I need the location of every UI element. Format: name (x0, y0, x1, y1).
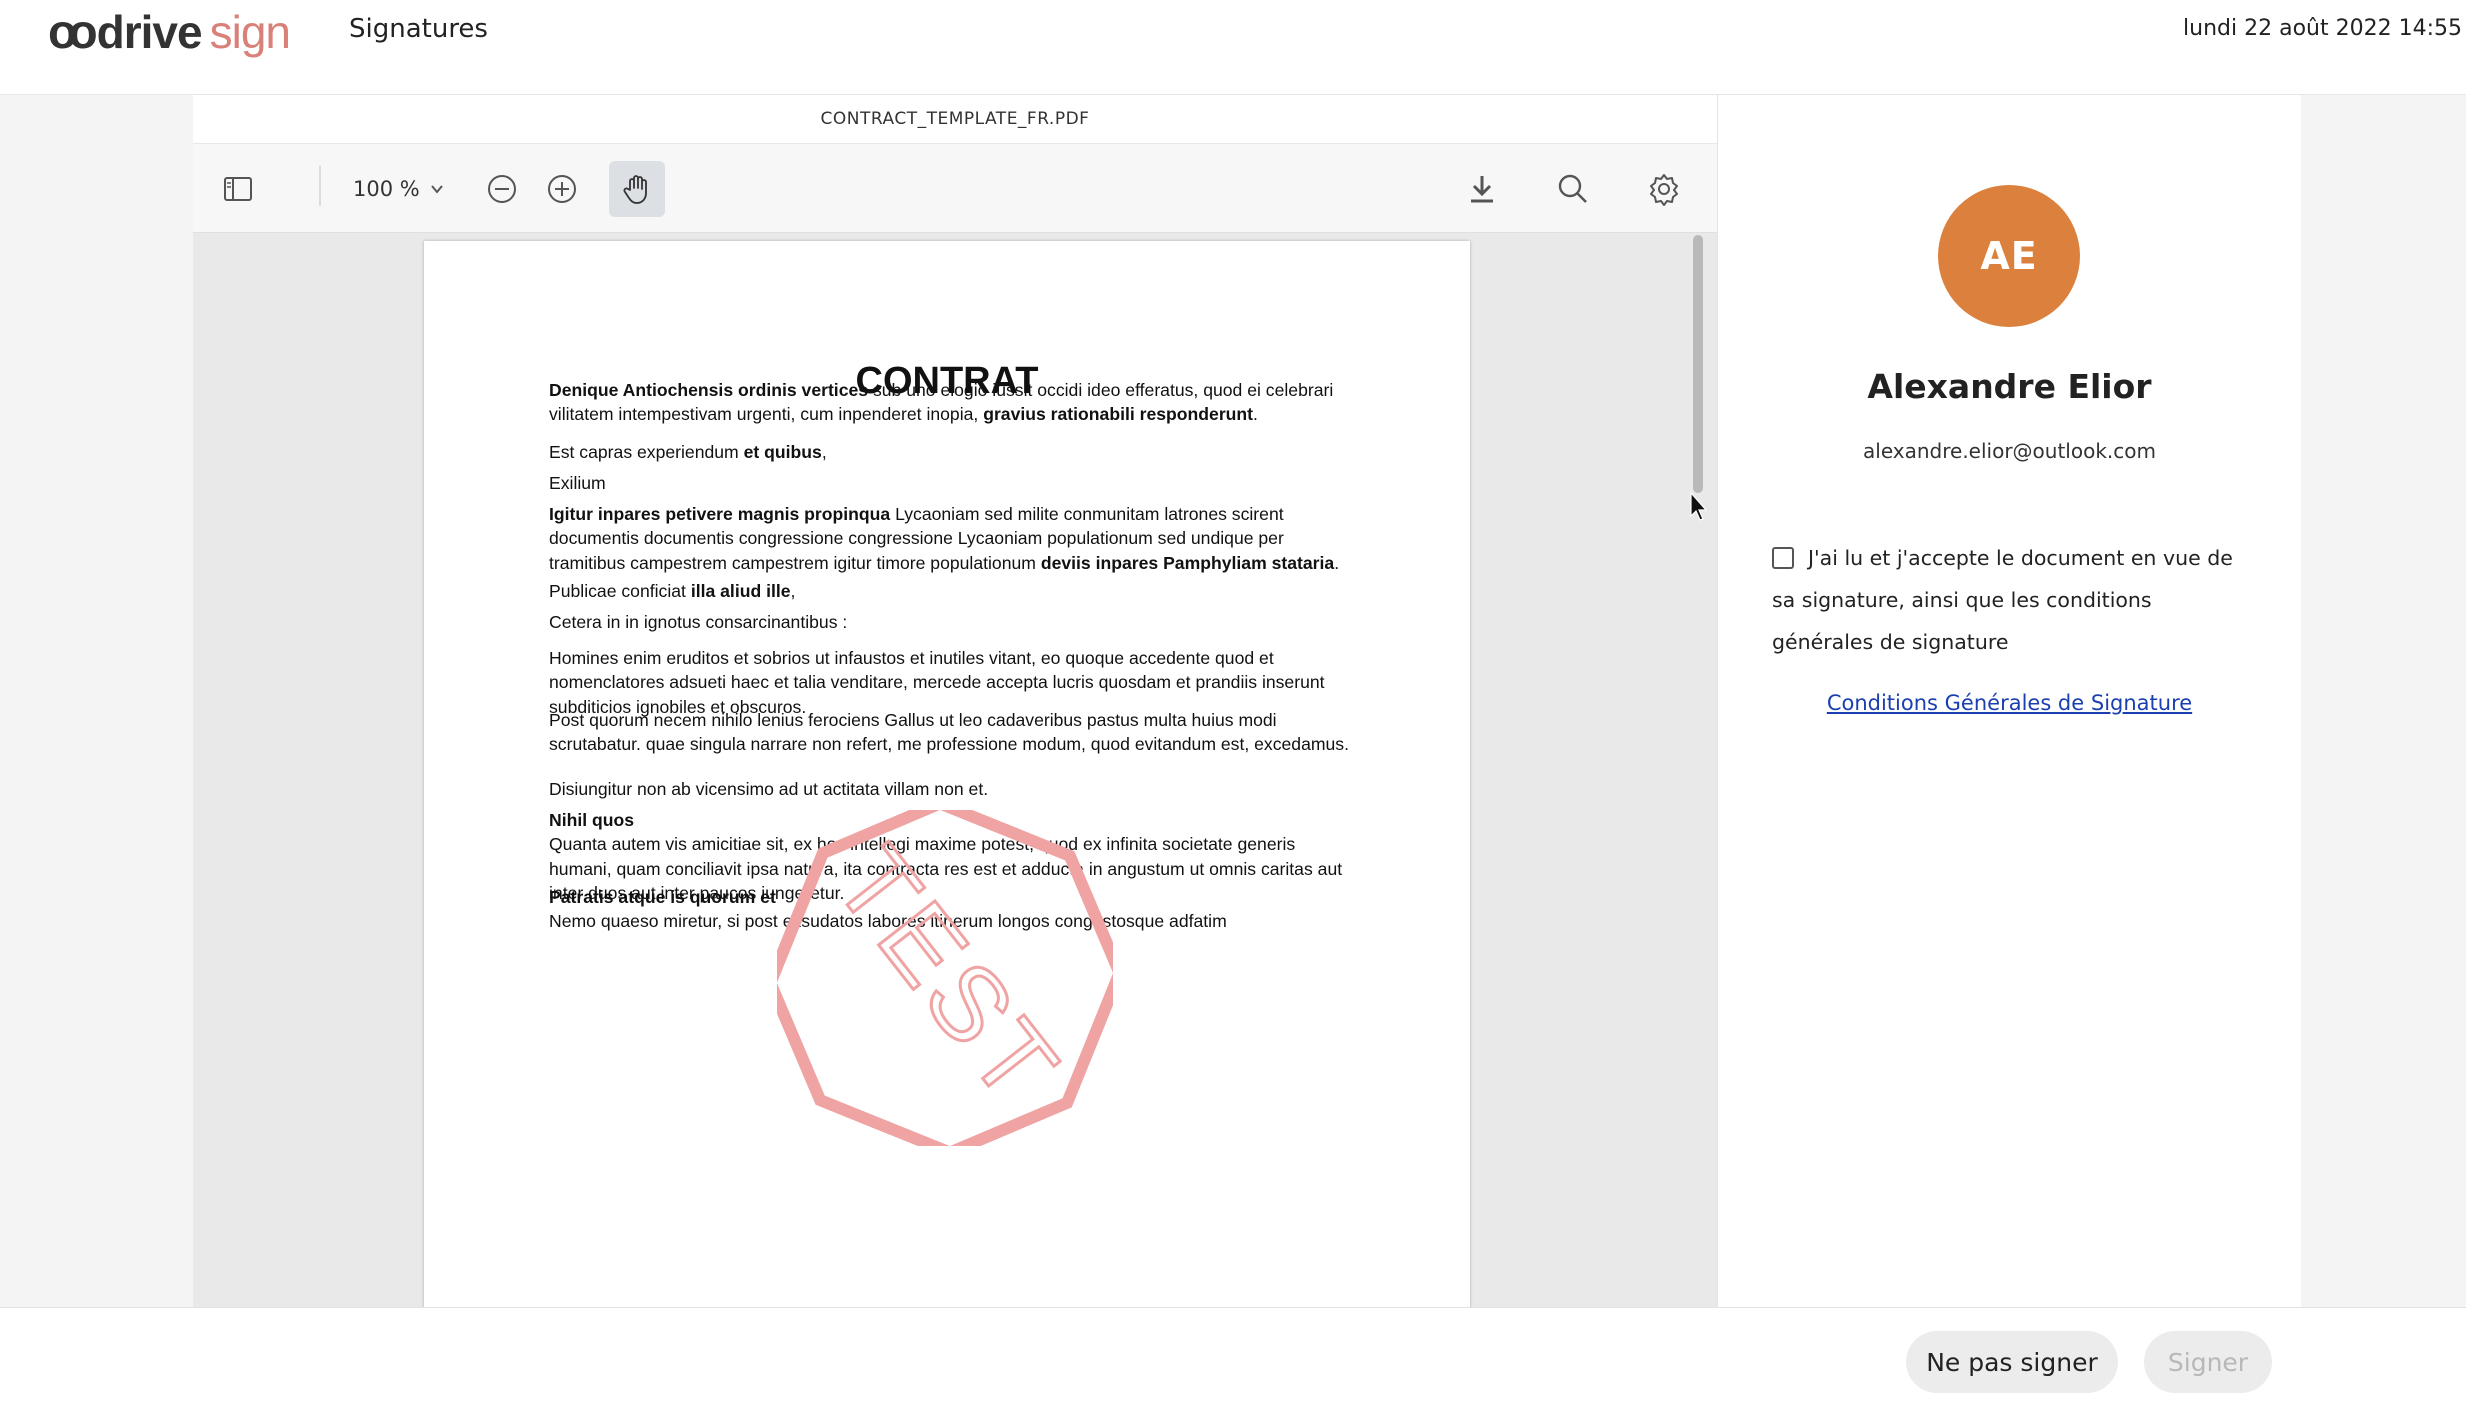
sidebar-toggle-icon (224, 177, 252, 201)
logo-oo: oo (48, 5, 98, 59)
settings-button[interactable] (1639, 164, 1689, 214)
pdf-toolbar: 100 % (193, 144, 1717, 233)
document-paragraph: Post quorum necem nihilo lenius ferocien… (549, 708, 1349, 757)
top-bar: oo drive sign Signatures lundi 22 août 2… (0, 0, 2466, 95)
zoom-level: 100 % (353, 177, 420, 201)
document-text-run: Disiungitur non ab vicensimo ad ut actit… (549, 779, 989, 799)
document-text-run: Patratis atque is quorum et (549, 887, 776, 907)
zoom-select[interactable]: 100 % (353, 164, 446, 214)
document-paragraph: Cetera in in ignotus consarcinantibus : (549, 610, 1349, 634)
document-paragraph: Publicae conficiat illa aliud ille, (549, 579, 1349, 603)
document-paragraph: Est capras experiendum et quibus, (549, 440, 1349, 464)
signer-avatar: AE (1938, 185, 2080, 327)
document-paragraph: Denique Antiochensis ordinis vertices su… (549, 378, 1349, 427)
document-paragraph: Disiungitur non ab vicensimo ad ut actit… (549, 777, 1349, 801)
current-datetime: lundi 22 août 2022 14:55 (2183, 16, 2462, 41)
pdf-viewer: CONTRACT_TEMPLATE_FR.PDF 100 % CONTRAT D… (193, 95, 1718, 1307)
document-text-run: Post quorum necem nihilo lenius ferocien… (549, 710, 1349, 755)
sign-button[interactable]: Signer (2144, 1331, 2272, 1393)
zoom-in-icon (548, 175, 576, 203)
gear-icon (1650, 174, 1678, 206)
zoom-out-button[interactable] (477, 164, 527, 214)
consent-section: J'ai lu et j'accepte le document en vue … (1772, 537, 2252, 663)
download-button[interactable] (1457, 164, 1507, 214)
document-text-run: Est capras experiendum (549, 442, 744, 462)
chevron-down-icon (430, 185, 443, 194)
document-text-run: , (790, 581, 796, 601)
toolbar-separator (319, 166, 321, 206)
document-text-run: deviis inpares Pamphyliam stataria (1040, 552, 1335, 573)
document-text-run: gravius rationabili responderunt (983, 404, 1254, 425)
cgs-link[interactable]: Conditions Générales de Signature (1718, 691, 2301, 715)
signer-name: Alexandre Elior (1867, 367, 2152, 406)
scrollbar-thumb[interactable] (1693, 235, 1703, 493)
download-icon (1471, 176, 1493, 203)
hand-tool-icon (623, 175, 647, 204)
logo-drive: drive (96, 6, 203, 58)
document-text-run: Nihil quos (549, 810, 635, 830)
document-text-run: illa aliud ille (690, 581, 791, 601)
document-text-run: . (1334, 552, 1340, 573)
refuse-sign-button[interactable]: Ne pas signer (1906, 1331, 2118, 1393)
document-text-run: Homines enim eruditos et sobrios ut infa… (549, 648, 1325, 717)
app-title: Signatures (349, 14, 488, 44)
sidebar-toggle-button[interactable] (213, 164, 263, 214)
action-footer: Ne pas signer Signer (0, 1307, 2466, 1409)
search-icon (1558, 174, 1587, 203)
document-text-run: Exilium (549, 473, 606, 493)
document-paragraph: Exilium (549, 471, 1349, 495)
document-paragraph: Igitur inpares petivere magnis propinqua… (549, 502, 1349, 575)
document-text-run: Publicae conficiat (549, 581, 691, 601)
mouse-cursor-icon (1690, 492, 1708, 521)
test-stamp-watermark: TEST (777, 810, 1113, 1146)
signer-email: alexandre.elior@outlook.com (1863, 439, 2156, 463)
search-button[interactable] (1548, 164, 1598, 214)
pdf-page: CONTRAT Denique Antiochensis ordinis ver… (424, 241, 1470, 1307)
document-text-run: , (821, 442, 827, 462)
document-text-run: et quibus (743, 442, 822, 462)
pdf-page-area[interactable]: CONTRAT Denique Antiochensis ordinis ver… (193, 233, 1717, 1307)
logo-sign: sign (209, 6, 291, 58)
document-text-run: Denique Antiochensis ordinis vertices (549, 380, 869, 400)
stamp-text: TEST (812, 826, 1082, 1126)
consent-label: J'ai lu et j'accepte le document en vue … (1772, 546, 2233, 654)
document-text-run: Cetera in in ignotus consarcinantibus : (549, 612, 848, 632)
document-filename: CONTRACT_TEMPLATE_FR.PDF (193, 95, 1717, 144)
consent-checkbox[interactable] (1772, 547, 1794, 569)
zoom-out-icon (488, 175, 516, 203)
signer-panel: AE Alexandre Elior alexandre.elior@outlo… (1718, 95, 2301, 1307)
zoom-in-button[interactable] (537, 164, 587, 214)
oodrive-sign-logo[interactable]: oo drive sign (48, 2, 291, 62)
hand-tool-button[interactable] (609, 161, 665, 217)
document-text-run: Igitur inpares petivere magnis propinqua (549, 504, 891, 524)
document-text-run: . (1253, 404, 1258, 425)
